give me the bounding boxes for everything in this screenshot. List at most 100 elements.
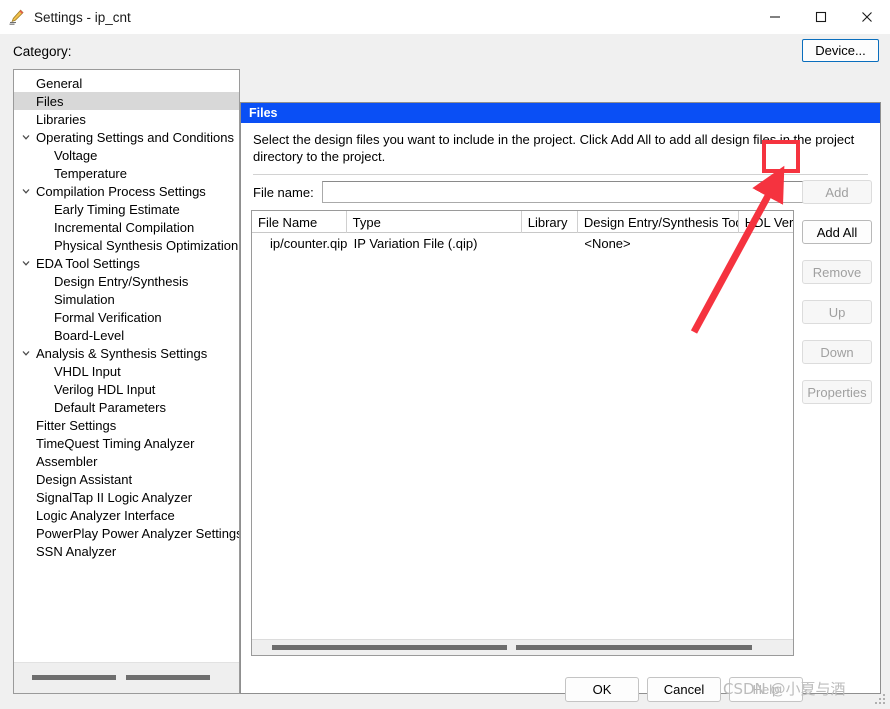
sidebar-item-label: Libraries [36, 111, 86, 127]
add-button[interactable]: Add [802, 180, 872, 204]
remove-button[interactable]: Remove [802, 260, 872, 284]
ok-button[interactable]: OK [565, 677, 639, 702]
sidebar-item-label: Files [36, 93, 64, 109]
chevron-down-icon[interactable] [18, 183, 34, 199]
chevron-down-icon[interactable] [18, 129, 34, 145]
files-settings-panel: Files Select the design files you want t… [240, 102, 881, 694]
sidebar-item-voltage[interactable]: Voltage [14, 146, 239, 164]
add-all-button[interactable]: Add All [802, 220, 872, 244]
sidebar-item-label: TimeQuest Timing Analyzer [36, 435, 195, 451]
sidebar-item-physical-synthesis-optimization[interactable]: Physical Synthesis Optimization [14, 236, 239, 254]
sidebar-item-timequest-timing-analyzer[interactable]: TimeQuest Timing Analyzer [14, 434, 239, 452]
sidebar-item-general[interactable]: General [14, 74, 239, 92]
table-scroll-thumb-1[interactable] [272, 645, 507, 650]
window-controls [752, 0, 890, 34]
sidebar-item-label: Physical Synthesis Optimization [54, 237, 239, 253]
table-row[interactable]: ip/counter.qip IP Variation File (.qip) <N… [252, 233, 793, 253]
category-label: Category: [13, 44, 72, 59]
sidebar-item-verilog-hdl-input[interactable]: Verilog HDL Input [14, 380, 239, 398]
category-tree-panel: General Files Libraries Operating Settings … [13, 69, 240, 694]
minimize-button[interactable] [752, 0, 798, 34]
down-button[interactable]: Down [802, 340, 872, 364]
sidebar-item-label: Simulation [54, 291, 115, 307]
table-scroll-thumb-2[interactable] [516, 645, 752, 650]
category-tree[interactable]: General Files Libraries Operating Settings … [14, 70, 239, 662]
table-cell-tool: <None> [584, 235, 631, 251]
design-files-table[interactable]: File Name Type Library Design Entry/Synthes… [251, 210, 794, 656]
sidebar-item-label: Assembler [36, 453, 98, 469]
sidebar-item-label: Voltage [54, 147, 98, 163]
sidebar-item-logic-analyzer-interface[interactable]: Logic Analyzer Interface [14, 506, 239, 524]
sidebar-item-label: Temperature [54, 165, 127, 181]
device-button[interactable]: Device... [802, 39, 879, 62]
window-title: Settings - ip_cnt [34, 9, 131, 25]
sidebar-item-eda-tool-settings[interactable]: EDA Tool Settings [14, 254, 239, 272]
sidebar-item-label: Verilog HDL Input [54, 381, 156, 397]
table-column-header[interactable]: HDL Version [739, 211, 793, 233]
sidebar-item-assembler[interactable]: Assembler [14, 452, 239, 470]
sidebar-item-label: Operating Settings and Conditions [36, 129, 235, 145]
table-horizontal-scrollbar[interactable] [252, 639, 793, 655]
sidebar-item-label: Logic Analyzer Interface [36, 507, 175, 523]
sidebar-item-label: Design Assistant [36, 471, 133, 487]
sidebar-item-design-entry-synthesis[interactable]: Design Entry/Synthesis [14, 272, 239, 290]
table-header-row: File Name Type Library Design Entry/Synthes… [252, 211, 793, 233]
sidebar-item-label: SSN Analyzer [36, 543, 117, 559]
settings-pencil-icon [8, 8, 26, 26]
sidebar-item-ssn-analyzer[interactable]: SSN Analyzer [14, 542, 239, 560]
table-body[interactable]: ip/counter.qip IP Variation File (.qip) <N… [252, 233, 793, 253]
sidebar-item-label: Compilation Process Settings [36, 183, 206, 199]
sidebar-item-default-parameters[interactable]: Default Parameters [14, 398, 239, 416]
chevron-down-icon[interactable] [18, 345, 34, 361]
file-name-label: File name: [253, 184, 314, 200]
table-cell-file-name: ip/counter.qip [270, 235, 348, 251]
file-name-row: File name: ... [253, 180, 869, 204]
sidebar-item-temperature[interactable]: Temperature [14, 164, 239, 182]
table-column-header[interactable]: File Name [252, 211, 347, 233]
sidebar-item-libraries[interactable]: Libraries [14, 110, 239, 128]
sidebar-item-label: PowerPlay Power Analyzer Settings [36, 525, 239, 541]
chevron-down-icon[interactable] [18, 255, 34, 271]
sidebar-item-label: SignalTap II Logic Analyzer [36, 489, 193, 505]
sidebar-item-fitter-settings[interactable]: Fitter Settings [14, 416, 239, 434]
sidebar-item-label: Board-Level [54, 327, 125, 343]
maximize-button[interactable] [798, 0, 844, 34]
sidebar-item-formal-verification[interactable]: Formal Verification [14, 308, 239, 326]
up-button[interactable]: Up [802, 300, 872, 324]
sidebar-item-incremental-compilation[interactable]: Incremental Compilation [14, 218, 239, 236]
sidebar-item-label: Fitter Settings [36, 417, 117, 433]
sidebar-item-early-timing-estimate[interactable]: Early Timing Estimate [14, 200, 239, 218]
properties-button[interactable]: Properties [802, 380, 872, 404]
section-divider [253, 174, 868, 175]
sidebar-item-label: EDA Tool Settings [36, 255, 140, 271]
cancel-button[interactable]: Cancel [647, 677, 721, 702]
close-button[interactable] [844, 0, 890, 34]
sidebar-item-label: Design Entry/Synthesis [54, 273, 189, 289]
file-name-input[interactable] [321, 181, 837, 203]
resize-grip[interactable] [875, 694, 887, 706]
help-button[interactable]: Help [729, 677, 803, 702]
table-cell-library [522, 233, 578, 253]
table-column-header[interactable]: Design Entry/Synthesis Tool [578, 211, 739, 233]
dialog-content: Category: Device... General Files Librarie… [0, 34, 890, 709]
table-column-header[interactable]: Library [522, 211, 578, 233]
table-column-header[interactable]: Type [347, 211, 522, 233]
annotation-highlight-box [762, 140, 800, 173]
sidebar-item-label: Formal Verification [54, 309, 162, 325]
sidebar-item-board-level[interactable]: Board-Level [14, 326, 239, 344]
sidebar-item-label: Incremental Compilation [54, 219, 195, 235]
table-cell-hdl-version [739, 233, 793, 253]
sidebar-item-label: VHDL Input [54, 363, 121, 379]
sidebar-item-files[interactable]: Files [14, 92, 239, 110]
sidebar-item-analysis-synthesis-settings[interactable]: Analysis & Synthesis Settings [14, 344, 239, 362]
sidebar-item-compilation-process-settings[interactable]: Compilation Process Settings [14, 182, 239, 200]
settings-dialog-window: Settings - ip_cnt Category: Device... Ge… [0, 0, 890, 709]
sidebar-item-signaltap-ii-logic-analyzer[interactable]: SignalTap II Logic Analyzer [14, 488, 239, 506]
sidebar-item-design-assistant[interactable]: Design Assistant [14, 470, 239, 488]
sidebar-item-powerplay-power-analyzer-settings[interactable]: PowerPlay Power Analyzer Settings [14, 524, 239, 542]
sidebar-item-operating-settings-and-conditions[interactable]: Operating Settings and Conditions [14, 128, 239, 146]
file-action-buttons: Add Add All Remove Up Down Properties [802, 180, 872, 420]
sidebar-item-simulation[interactable]: Simulation [14, 290, 239, 308]
title-bar: Settings - ip_cnt [0, 0, 890, 34]
sidebar-item-vhdl-input[interactable]: VHDL Input [14, 362, 239, 380]
